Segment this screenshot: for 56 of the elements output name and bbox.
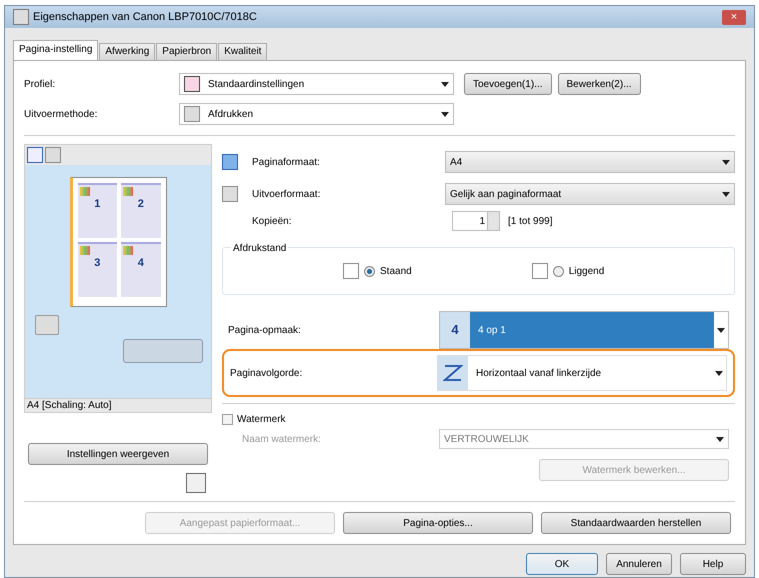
profile-button[interactable]: Toevoegen(1)... [464,73,552,95]
page-number: 3 [93,256,102,271]
dialog-button[interactable]: Help [680,553,746,575]
radio-button[interactable] [364,266,375,276]
dropdown-caret-icon [441,112,449,116]
tab[interactable]: Pagina-instelling [13,40,98,60]
radio-label: Staand [380,264,412,278]
copies-spinner[interactable]: 1 [452,211,500,231]
window-title: Eigenschappen van Canon LBP7010C/7018C [33,10,258,25]
checkbox-label: Watermerk [237,413,286,427]
radio-label: Liggend [568,264,604,278]
dropdown-caret-icon [716,436,724,442]
field-label: Kopieën: [252,214,292,228]
layout-value: 4 op 1 [470,312,714,348]
dropdown-caret-icon [722,160,730,164]
dropdown-caret-icon [715,370,723,376]
output-method-select[interactable]: Afdrukken [179,103,454,125]
output-size-select[interactable]: Gelijk aan paginaformaat [445,183,735,205]
profile-select[interactable]: Standaardinstellingen [179,73,454,95]
color-bars-icon [80,187,90,196]
page-size-select[interactable]: A4 [445,151,735,173]
tab[interactable]: Afwerking [99,43,156,60]
field-label: Paginaformaat: [252,156,321,170]
dropdown-caret-icon [441,82,449,86]
tab[interactable]: Papierbron [156,43,218,60]
tab[interactable]: Kwaliteit [218,43,268,60]
layout-select[interactable]: 4 4 op 1 [439,311,729,349]
field-label: Uitvoerformaat: [252,188,322,202]
panel-button[interactable]: Standaardwaarden herstellen [541,512,731,534]
layout-badge: 4 [440,312,470,348]
page-order-select[interactable]: Horizontaal vanaf linkerzijde [437,355,727,391]
watermark-select[interactable]: VERTROUWELIJK [439,429,729,449]
panel-button[interactable]: Pagina-opties... [343,512,533,534]
dialog-button[interactable]: Annuleren [606,553,672,575]
field-label: Pagina-opmaak: [228,324,302,338]
field-label: Naam watermerk: [242,432,322,446]
dropdown-caret-icon [717,328,725,332]
copies-range: [1 tot 999] [508,214,552,228]
page-number: 1 [93,197,102,212]
field-label: Profiel: [24,78,56,92]
color-bars-icon [80,246,90,255]
field-label: Paginavolgorde: [230,366,304,380]
dialog-button[interactable]: OK [526,553,598,575]
checkbox[interactable] [222,414,233,425]
field-label: Uitvoermethode: [24,108,98,122]
profile-button[interactable]: Bewerken(2)... [558,73,641,95]
page-number: 4 [136,256,145,271]
color-bars-icon [123,246,133,255]
z-order-icon [438,356,468,390]
show-settings-button[interactable]: Instellingen weergeven [28,443,208,465]
close-button[interactable]: × [722,10,746,24]
radio-button[interactable] [552,266,564,276]
page-number: 2 [136,197,145,212]
color-bars-icon [123,187,133,196]
preview-caption: A4 [Schaling: Auto] [24,399,212,413]
dropdown-caret-icon [722,192,730,196]
